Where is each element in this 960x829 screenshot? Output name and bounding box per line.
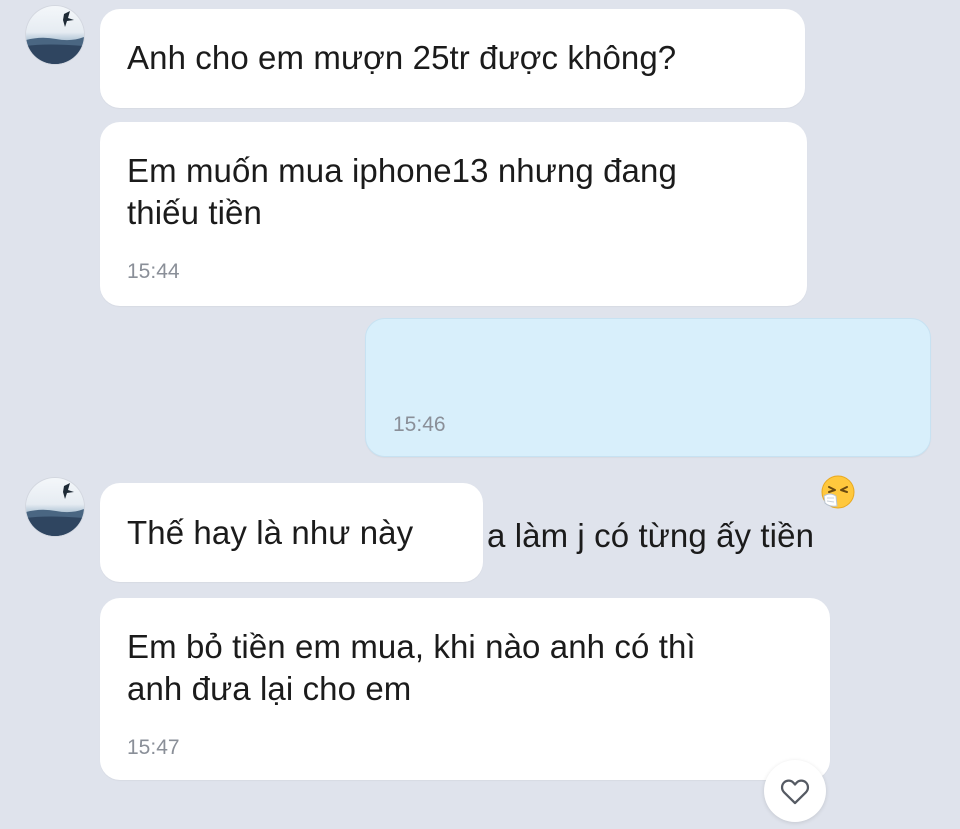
message-text: Anh cho em mượn 25tr được không?	[127, 39, 677, 76]
message-text: Em muốn mua iphone13 nhưng đang thiếu ti…	[127, 152, 677, 231]
message-bubble-received[interactable]: Anh cho em mượn 25tr được không?	[100, 9, 805, 108]
sneezing-face-emoji	[820, 390, 856, 509]
message-timestamp: 15:44	[127, 260, 180, 283]
message-bubble-received[interactable]: Em bỏ tiền em mua, khi nào anh có thì an…	[100, 598, 830, 780]
reaction-button[interactable]	[764, 760, 826, 822]
contact-avatar[interactable]	[26, 6, 84, 64]
message-bubble-sent[interactable]: giờ a làm j có từng ấy tiền 15:46	[365, 318, 931, 554]
message-timestamp: 15:47	[127, 736, 180, 759]
message-text: Thế hay là như này	[127, 514, 414, 551]
message-bubble-received[interactable]: Em muốn mua iphone13 nhưng đang thiếu ti…	[100, 122, 807, 306]
message-timestamp: 15:46	[393, 413, 446, 436]
heart-icon	[780, 779, 810, 805]
message-text-content: giờ a làm j có từng ấy tiền	[430, 517, 815, 554]
contact-avatar[interactable]	[26, 478, 84, 536]
message-text: Em bỏ tiền em mua, khi nào anh có thì an…	[127, 628, 696, 707]
message-bubble-received[interactable]: Thế hay là như này	[100, 483, 483, 582]
